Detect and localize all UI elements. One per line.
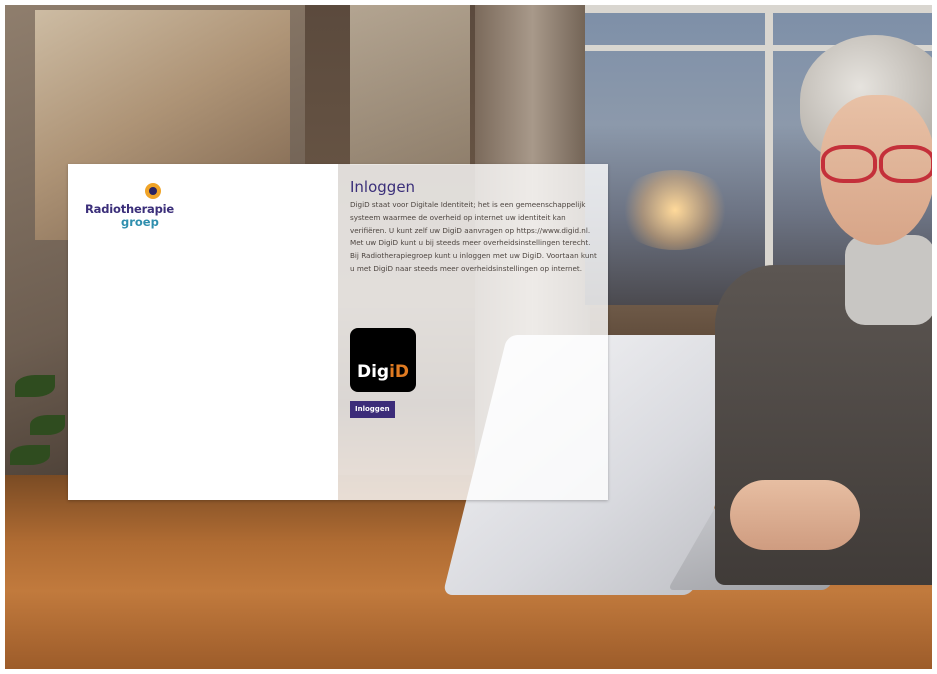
digid-logo: DigiD (350, 328, 416, 392)
digid-logo-text-dig: Dig (356, 362, 390, 382)
login-button[interactable]: Inloggen (350, 401, 395, 418)
digid-logo-text-id: iD (389, 362, 410, 382)
logo-text-line2: groep (121, 215, 159, 229)
logo-panel: Radiotherapie groep (68, 164, 338, 500)
login-description: DigiD staat voor Digitale Identiteit; he… (350, 200, 597, 273)
login-title: Inloggen (350, 178, 416, 196)
logo-mark-icon (145, 183, 161, 199)
radiotherapie-groep-logo: Radiotherapie groep (85, 181, 185, 231)
logo-text-line1: Radiotherapie (85, 202, 174, 216)
login-card: Radiotherapie groep Inloggen DigiD staat… (68, 164, 608, 500)
login-panel: Inloggen DigiD staat voor Digitale Ident… (338, 164, 608, 500)
